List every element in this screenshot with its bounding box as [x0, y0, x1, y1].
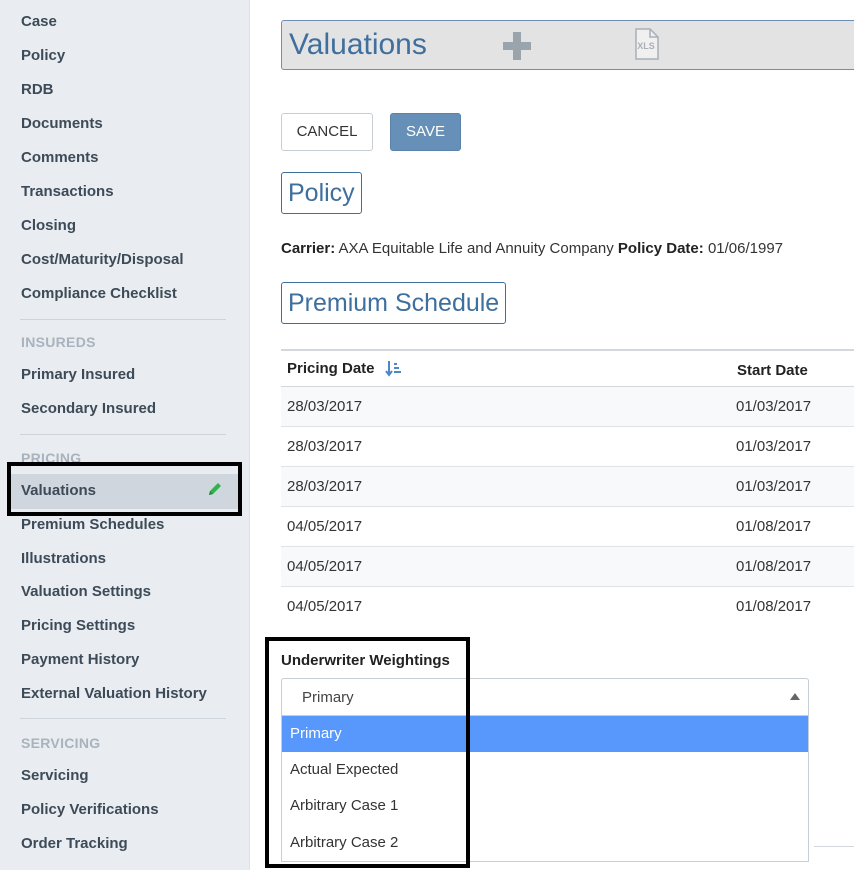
sidebar-item-compliance-checklist[interactable]: Compliance Checklist — [21, 277, 177, 311]
cell-start-date: 01/03/2017 — [736, 398, 812, 415]
sidebar: Case Policy RDB Documents Comments Trans… — [0, 0, 250, 870]
select-value: Primary — [302, 689, 354, 706]
svg-text:XLS: XLS — [637, 41, 655, 51]
policy-date-value: 01/06/1997 — [707, 240, 784, 257]
underwriter-weightings-dropdown: Primary Actual Expected Arbitrary Case 1… — [281, 716, 809, 862]
page-title: Valuations — [289, 28, 427, 61]
divider — [814, 846, 854, 847]
table-row[interactable]: 04/05/2017 01/08/2017 — [281, 587, 854, 627]
sidebar-divider — [20, 319, 226, 320]
sidebar-item-comments[interactable]: Comments — [21, 141, 99, 175]
sort-descending-icon[interactable] — [385, 360, 401, 377]
sidebar-item-order-tracking[interactable]: Order Tracking — [21, 827, 128, 861]
xls-file-icon[interactable]: XLS — [632, 28, 660, 60]
sidebar-divider — [20, 718, 226, 719]
cell-pricing-date: 28/03/2017 — [287, 478, 363, 495]
section-title-premium-schedule: Premium Schedule — [281, 282, 507, 324]
dropdown-option-arbitrary-case-2[interactable]: Arbitrary Case 2 — [282, 825, 808, 861]
dropdown-option-actual-expected[interactable]: Actual Expected — [282, 752, 808, 788]
sidebar-item-policy[interactable]: Policy — [21, 39, 65, 73]
sidebar-item-external-valuation-history[interactable]: External Valuation History — [21, 677, 207, 711]
cell-start-date: 01/08/2017 — [736, 518, 812, 535]
page-header: Valuations XLS — [281, 20, 854, 70]
sidebar-section-pricing: PRICING — [21, 450, 82, 466]
dropdown-option-primary[interactable]: Primary — [282, 716, 808, 752]
cell-start-date: 01/03/2017 — [736, 438, 812, 455]
cell-pricing-date: 28/03/2017 — [287, 438, 363, 455]
sidebar-item-payment-history[interactable]: Payment History — [21, 643, 139, 677]
plus-icon[interactable] — [502, 31, 532, 61]
underwriter-weightings-label: Underwriter Weightings — [281, 652, 450, 669]
cell-start-date: 01/03/2017 — [736, 478, 812, 495]
sidebar-item-rdb[interactable]: RDB — [21, 73, 54, 107]
sidebar-item-servicing[interactable]: Servicing — [21, 759, 89, 793]
sidebar-item-valuations[interactable]: Valuations — [21, 474, 96, 508]
sidebar-item-policy-verifications[interactable]: Policy Verifications — [21, 793, 159, 827]
column-header-pricing-date[interactable]: Pricing Date — [287, 360, 375, 377]
table-row[interactable]: 28/03/2017 01/03/2017 — [281, 427, 854, 467]
sidebar-item-closing[interactable]: Closing — [21, 209, 76, 243]
sidebar-item-primary-insured[interactable]: Primary Insured — [21, 358, 135, 392]
table-row[interactable]: 28/03/2017 01/03/2017 — [281, 387, 854, 427]
table-row[interactable]: 04/05/2017 01/08/2017 — [281, 507, 854, 547]
save-button[interactable]: SAVE — [390, 113, 461, 151]
carrier-value: AXA Equitable Life and Annuity Company — [338, 240, 614, 257]
cell-start-date: 01/08/2017 — [736, 558, 812, 575]
carrier-label: Carrier: — [281, 240, 336, 257]
sidebar-item-transactions[interactable]: Transactions — [21, 175, 114, 209]
cell-pricing-date: 04/05/2017 — [287, 558, 363, 575]
cell-start-date: 01/08/2017 — [736, 598, 812, 615]
policy-info-line: Carrier: AXA Equitable Life and Annuity … — [281, 240, 783, 257]
cancel-button[interactable]: CANCEL — [281, 113, 373, 151]
sidebar-item-documents[interactable]: Documents — [21, 107, 103, 141]
table-row[interactable]: 04/05/2017 01/08/2017 — [281, 547, 854, 587]
column-header-start-date[interactable]: Start Date — [737, 362, 808, 379]
cell-pricing-date: 04/05/2017 — [287, 518, 363, 535]
sidebar-item-pricing-settings[interactable]: Pricing Settings — [21, 609, 135, 643]
table-row[interactable]: 28/03/2017 01/03/2017 — [281, 467, 854, 507]
caret-up-icon[interactable] — [790, 693, 800, 700]
sidebar-item-case[interactable]: Case — [21, 5, 57, 39]
table-header: Pricing Date Start Date — [281, 349, 854, 387]
cell-pricing-date: 04/05/2017 — [287, 598, 363, 615]
sidebar-item-valuation-settings[interactable]: Valuation Settings — [21, 575, 151, 609]
section-title-policy: Policy — [281, 172, 362, 214]
sidebar-divider — [20, 434, 226, 435]
sidebar-section-servicing: SERVICING — [21, 735, 101, 751]
underwriter-weightings-select[interactable]: Primary — [281, 678, 809, 716]
pencil-icon[interactable] — [206, 480, 224, 498]
sidebar-section-insureds: INSUREDS — [21, 334, 96, 350]
cell-pricing-date: 28/03/2017 — [287, 398, 363, 415]
sidebar-item-premium-schedules[interactable]: Premium Schedules — [21, 508, 164, 542]
sidebar-item-secondary-insured[interactable]: Secondary Insured — [21, 392, 156, 426]
dropdown-option-arbitrary-case-1[interactable]: Arbitrary Case 1 — [282, 788, 808, 824]
policy-date-label: Policy Date: — [617, 240, 704, 257]
sidebar-item-cost-maturity-disposal[interactable]: Cost/Maturity/Disposal — [21, 243, 184, 277]
sidebar-item-illustrations[interactable]: Illustrations — [21, 542, 106, 576]
